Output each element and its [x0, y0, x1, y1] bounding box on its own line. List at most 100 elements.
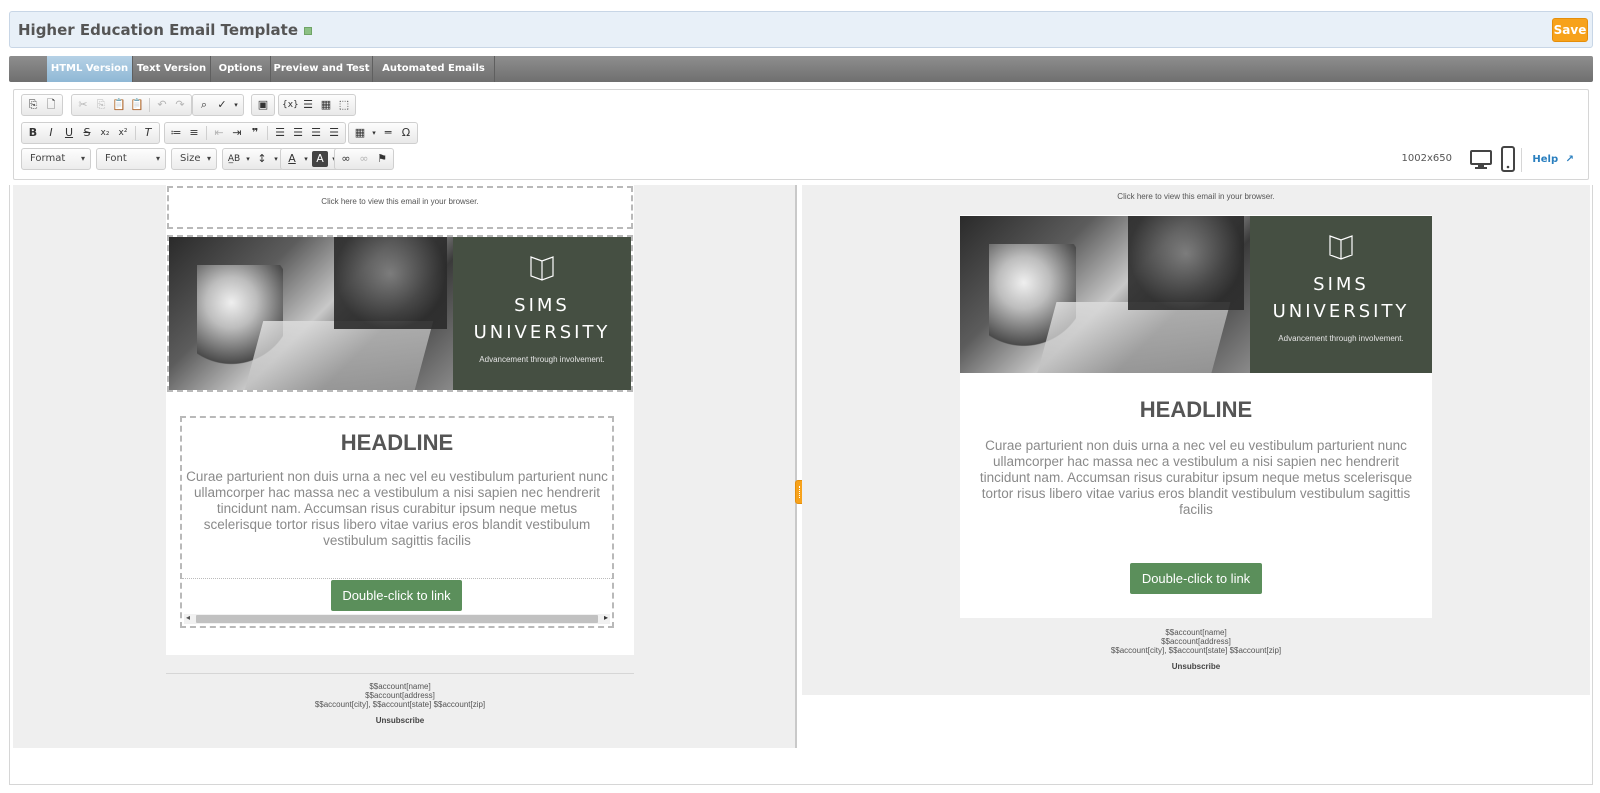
preview-footer-name: $$account[name] — [1165, 628, 1227, 637]
size-select[interactable]: Size ▾ — [171, 148, 217, 170]
tab-automated-emails[interactable]: Automated Emails (0) — [373, 56, 495, 100]
paste-text-icon[interactable]: 📋 — [129, 97, 145, 113]
redo-icon[interactable]: ↷ — [172, 97, 188, 113]
italic-icon[interactable]: I — [43, 125, 59, 141]
book-icon — [528, 255, 556, 281]
horizontal-rule-icon[interactable]: ═ — [380, 125, 396, 141]
toolbar-group-paragraph: ≔ ≡ ⇤ ⇥ ❞ ☰ ☰ ☰ ☰ — [164, 122, 346, 144]
align-justify-icon[interactable]: ☰ — [326, 125, 342, 141]
table-dropdown-icon[interactable]: ▾ — [370, 125, 378, 141]
letter-spacing-icon[interactable]: A̲B — [226, 151, 242, 167]
spellcheck-dropdown-icon[interactable]: ▾ — [232, 97, 240, 113]
bulleted-list-icon[interactable]: ≡ — [186, 125, 202, 141]
calendar-icon[interactable]: ▦ — [318, 97, 334, 113]
bold-icon[interactable]: B — [25, 125, 41, 141]
special-character-icon[interactable]: Ω — [398, 125, 414, 141]
underline-icon[interactable]: U — [61, 125, 77, 141]
view-in-browser-link[interactable]: Click here to view this email in your br… — [169, 197, 631, 206]
save-button[interactable]: Save — [1552, 18, 1588, 42]
content-block[interactable]: HEADLINE Curae parturient non duis urna … — [180, 416, 614, 628]
brand-tagline: Advancement through involvement. — [479, 355, 605, 364]
scroll-right-icon[interactable]: ▸ — [604, 613, 608, 622]
table-icon[interactable]: ▦ — [352, 125, 368, 141]
strikethrough-icon[interactable]: S — [79, 125, 95, 141]
toolbar-group-find: ⌕ ✓ ▾ — [192, 94, 244, 116]
anchor-flag-icon[interactable]: ⚑ — [374, 151, 390, 167]
undo-icon[interactable]: ↶ — [154, 97, 170, 113]
horizontal-scrollbar[interactable]: ◂ ▸ — [184, 613, 610, 624]
numbered-list-icon[interactable]: ≔ — [168, 125, 184, 141]
preview-footer-block: $$account[name] $$account[address] $$acc… — [960, 628, 1432, 671]
line-height-icon[interactable]: ↕ — [254, 151, 270, 167]
tab-html-version[interactable]: HTML Version — [47, 56, 133, 82]
title-bar: Higher Education Email Template Save — [9, 11, 1593, 48]
hero-photo — [169, 237, 453, 390]
superscript-icon[interactable]: x² — [115, 125, 131, 141]
preview-dimensions: 1002x650 — [1401, 153, 1452, 164]
toolbar-group-table: ▦ ▾ ═ Ω — [348, 122, 418, 144]
editor-toolbar: ⎘ 🗋 ✂ ⎘ 📋 📋 ↶ ↷ ⌕ ✓ ▾ ▣ {x} ☰ ▦ ⬚ B I U … — [13, 89, 1589, 180]
chevron-down-icon: ▾ — [155, 154, 160, 163]
blockquote-icon[interactable]: ❞ — [247, 125, 263, 141]
subscript-icon[interactable]: x₂ — [97, 125, 113, 141]
copy-icon[interactable]: ⎘ — [93, 97, 109, 113]
toolbar-group-clipboard: ✂ ⎘ 📋 📋 ↶ ↷ — [71, 94, 192, 116]
preview-brand-tagline: Advancement through involvement. — [1278, 334, 1404, 343]
mobile-preview-icon[interactable] — [1500, 146, 1516, 172]
preview-hero-photo — [960, 216, 1250, 373]
indent-icon[interactable]: ⇥ — [229, 125, 245, 141]
preview-cta-button[interactable]: Double-click to link — [1130, 563, 1262, 594]
new-page-icon[interactable]: 🗋 — [43, 97, 59, 113]
preview-unsubscribe-link[interactable]: Unsubscribe — [960, 662, 1432, 671]
preview-footer-address: $$account[address] — [1161, 637, 1231, 646]
hero-banner: SIMS UNIVERSITY Advancement through invo… — [169, 237, 631, 390]
placeholder-icon[interactable]: {x} — [282, 97, 299, 113]
desktop-preview-icon[interactable] — [1470, 148, 1492, 170]
select-all-icon[interactable]: ⬚ — [336, 97, 352, 113]
find-icon[interactable]: ⌕ — [196, 97, 212, 113]
tab-options[interactable]: Options — [211, 56, 271, 82]
scroll-left-icon[interactable]: ◂ — [186, 613, 190, 622]
preview-brand-name-line1: SIMS — [1313, 274, 1369, 295]
align-left-icon[interactable]: ☰ — [272, 125, 288, 141]
outdent-icon[interactable]: ⇤ — [211, 125, 227, 141]
toolbar-group-image: ▣ — [251, 94, 275, 116]
text-color-dropdown-icon[interactable]: ▾ — [302, 151, 310, 167]
button-row-divider — [182, 578, 612, 579]
image-icon[interactable]: ▣ — [255, 97, 271, 113]
tab-preview-and-test[interactable]: Preview and Test — [271, 56, 373, 82]
spellcheck-icon[interactable]: ✓ — [214, 97, 230, 113]
align-center-icon[interactable]: ☰ — [290, 125, 306, 141]
background-color-icon[interactable]: A — [312, 151, 328, 167]
text-color-icon[interactable]: A — [284, 151, 300, 167]
toolbar-group-colors: A ▾ A ▾ — [280, 148, 342, 170]
help-label: Help — [1532, 154, 1559, 165]
size-select-label: Size — [180, 153, 201, 164]
scrollbar-thumb[interactable] — [196, 615, 598, 623]
help-link[interactable]: Help ↗ — [1532, 154, 1574, 165]
page-title: Higher Education Email Template — [18, 21, 312, 39]
link-icon[interactable]: ∞ — [338, 151, 354, 167]
preview-view-in-browser-link[interactable]: Click here to view this email in your br… — [802, 192, 1590, 201]
unsubscribe-link[interactable]: Unsubscribe — [166, 716, 634, 725]
font-select-label: Font — [105, 153, 127, 164]
align-right-icon[interactable]: ☰ — [308, 125, 324, 141]
cta-button[interactable]: Double-click to link — [331, 580, 462, 611]
line-height-dropdown-icon[interactable]: ▾ — [272, 151, 280, 167]
cut-icon[interactable]: ✂ — [75, 97, 91, 113]
format-select[interactable]: Format ▾ — [21, 148, 91, 170]
footer-block: $$account[name] $$account[address] $$acc… — [166, 673, 634, 748]
preheader-block[interactable]: Click here to view this email in your br… — [167, 186, 633, 229]
table-insert-icon[interactable]: ☰ — [300, 97, 316, 113]
toolbar-group-basic-styles: B I U S x₂ x² T — [21, 122, 160, 144]
editor-pane[interactable]: Click here to view this email in your br… — [13, 185, 797, 748]
remove-format-icon[interactable]: T — [140, 125, 156, 141]
paste-icon[interactable]: 📋 — [111, 97, 127, 113]
chevron-down-icon: ▾ — [80, 154, 85, 163]
footer-city-state-zip: $$account[city], $$account[state] $$acco… — [314, 700, 486, 709]
font-select[interactable]: Font ▾ — [96, 148, 166, 170]
letter-spacing-dropdown-icon[interactable]: ▾ — [244, 151, 252, 167]
unlink-icon[interactable]: ∞ — [356, 151, 372, 167]
tab-text-version[interactable]: Text Version — [133, 56, 211, 82]
source-icon[interactable]: ⎘ — [25, 97, 41, 113]
